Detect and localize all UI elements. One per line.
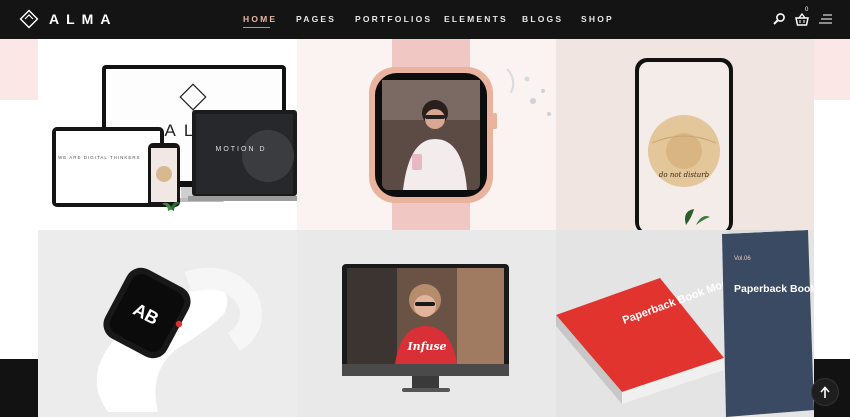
nav-home[interactable]: HOME: [243, 14, 277, 24]
shirt-text: Infuse: [406, 340, 446, 353]
devices-laptop-title: MOTION D: [216, 146, 267, 153]
books-mockup-image: Paperback Book Mockup. Vol.06 Paperback …: [556, 230, 814, 417]
blue-book-title: Paperback Book Mockup.: [734, 283, 814, 295]
back-to-top-button[interactable]: [811, 378, 839, 406]
cart-icon[interactable]: [794, 11, 810, 27]
white-watch-mockup-image: AB: [96, 267, 262, 412]
portfolio-tile-phone-hat[interactable]: do not disturb: [556, 39, 814, 230]
search-icon[interactable]: [771, 11, 787, 27]
nav-pages[interactable]: PAGES: [296, 14, 336, 24]
portfolio-tile-books[interactable]: Paperback Book Mockup. Vol.06 Paperback …: [556, 230, 814, 417]
nav-portfolios[interactable]: PORTFOLIOS: [355, 14, 432, 24]
portfolio-tile-imac[interactable]: Infuse: [297, 230, 556, 417]
main-nav: HOME PAGES PORTFOLIOS ELEMENTS BLOGS SHO…: [0, 0, 850, 39]
hat-text: do not disturb: [659, 171, 710, 179]
menu-icon[interactable]: [818, 11, 834, 27]
portfolio-tile-smartwatch[interactable]: [297, 39, 556, 230]
portfolio-tile-white-watch[interactable]: AB: [38, 230, 297, 417]
site-header: ALMA HOME PAGES PORTFOLIOS ELEMENTS BLOG…: [0, 0, 850, 39]
nav-blogs[interactable]: BLOGS: [522, 14, 563, 24]
nav-elements[interactable]: ELEMENTS: [444, 14, 508, 24]
devices-mockup-image: ALM MOTION D WE ARE DIGITAL THINKERS: [52, 65, 297, 211]
portfolio-tile-devices[interactable]: ALM MOTION D WE ARE DIGITAL THINKERS: [38, 39, 297, 230]
devices-tablet-tagline: WE ARE DIGITAL THINKERS: [58, 155, 141, 160]
arrow-up-icon: [820, 386, 830, 398]
smartwatch-mockup-image: [369, 39, 551, 230]
cart-count-badge: 0: [805, 7, 809, 13]
phone-hat-mockup-image: do not disturb: [635, 58, 733, 230]
blue-book-vol: Vol.06: [734, 256, 751, 262]
imac-mockup-image: Infuse: [342, 264, 509, 392]
nav-shop[interactable]: SHOP: [581, 14, 614, 24]
nav-active-underline: [243, 27, 270, 28]
